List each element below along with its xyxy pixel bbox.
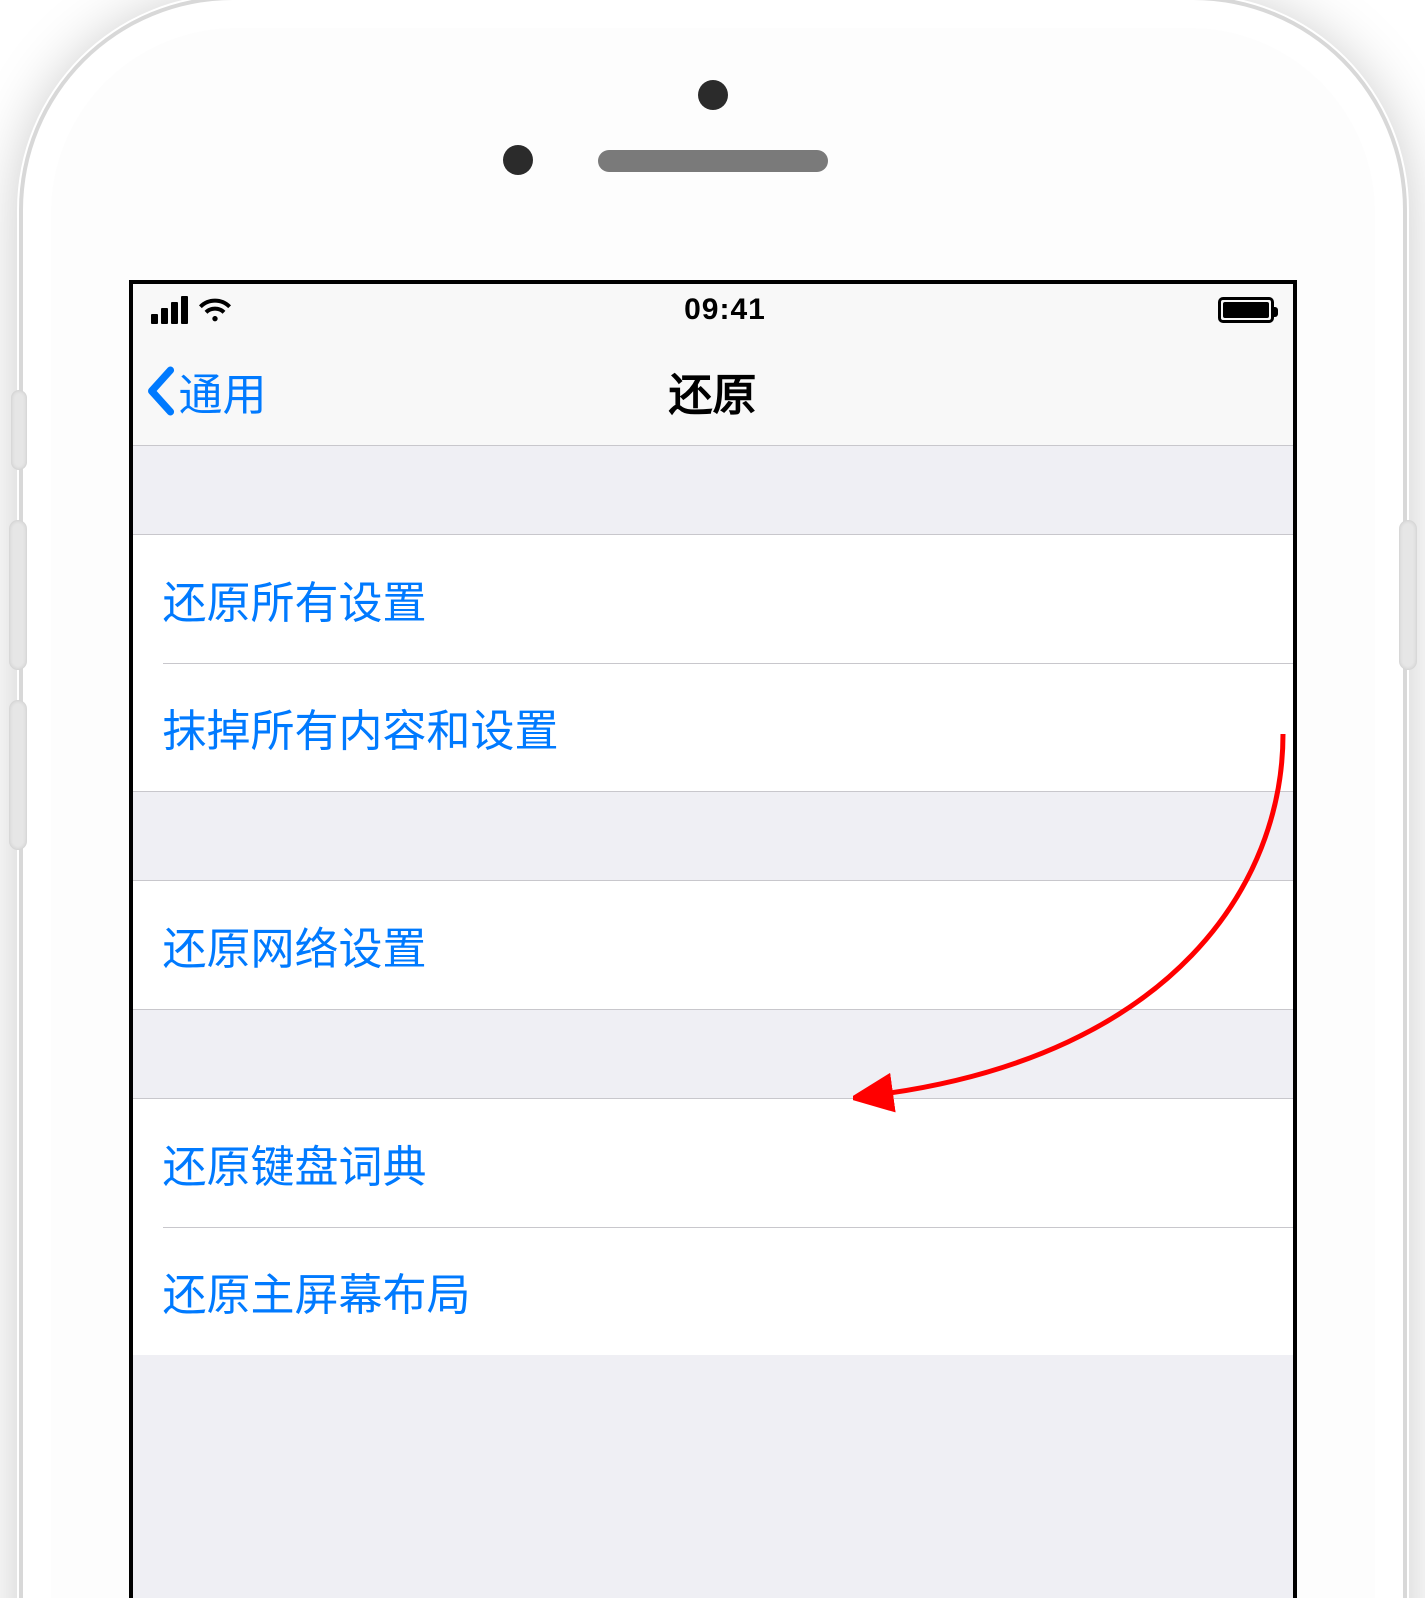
mute-switch bbox=[11, 390, 27, 470]
battery-icon bbox=[1218, 297, 1274, 323]
volume-down-button bbox=[9, 700, 27, 850]
back-button[interactable]: 通用 bbox=[133, 359, 267, 423]
status-time: 09:41 bbox=[684, 293, 766, 327]
reset-keyboard-dict[interactable]: 还原键盘词典 bbox=[133, 1098, 1293, 1227]
front-sensor-icon bbox=[698, 80, 728, 110]
nav-bar: 通用 还原 bbox=[133, 336, 1293, 446]
settings-list: 还原所有设置 抹掉所有内容和设置 还原网络设置 还原键盘词典 还原主屏幕布局 bbox=[133, 446, 1293, 1355]
reset-network-settings[interactable]: 还原网络设置 bbox=[133, 880, 1293, 1010]
chevron-left-icon bbox=[145, 366, 175, 416]
erase-all-content[interactable]: 抹掉所有内容和设置 bbox=[133, 663, 1293, 792]
cellular-signal-icon bbox=[151, 296, 188, 324]
wifi-icon bbox=[198, 298, 232, 322]
volume-up-button bbox=[9, 520, 27, 670]
page-title: 还原 bbox=[669, 359, 757, 423]
power-button bbox=[1399, 520, 1417, 670]
phone-frame: 09:41 通用 还原 还原所有设置 抹掉所有 bbox=[23, 0, 1403, 1598]
group-spacer bbox=[133, 1010, 1293, 1098]
cell-label: 还原主屏幕布局 bbox=[163, 1271, 471, 1320]
status-bar: 09:41 bbox=[133, 284, 1293, 336]
reset-home-layout[interactable]: 还原主屏幕布局 bbox=[133, 1227, 1293, 1355]
cell-label: 还原网络设置 bbox=[163, 925, 427, 974]
cell-label: 还原所有设置 bbox=[163, 579, 427, 628]
back-label: 通用 bbox=[179, 359, 267, 423]
cell-label: 抹掉所有内容和设置 bbox=[163, 707, 559, 756]
cell-label: 还原键盘词典 bbox=[163, 1143, 427, 1192]
front-camera-icon bbox=[503, 145, 533, 175]
group-spacer bbox=[133, 792, 1293, 880]
reset-all-settings[interactable]: 还原所有设置 bbox=[133, 534, 1293, 663]
screen: 09:41 通用 还原 还原所有设置 抹掉所有 bbox=[129, 280, 1297, 1598]
earpiece-speaker-icon bbox=[598, 150, 828, 172]
group-spacer bbox=[133, 446, 1293, 534]
